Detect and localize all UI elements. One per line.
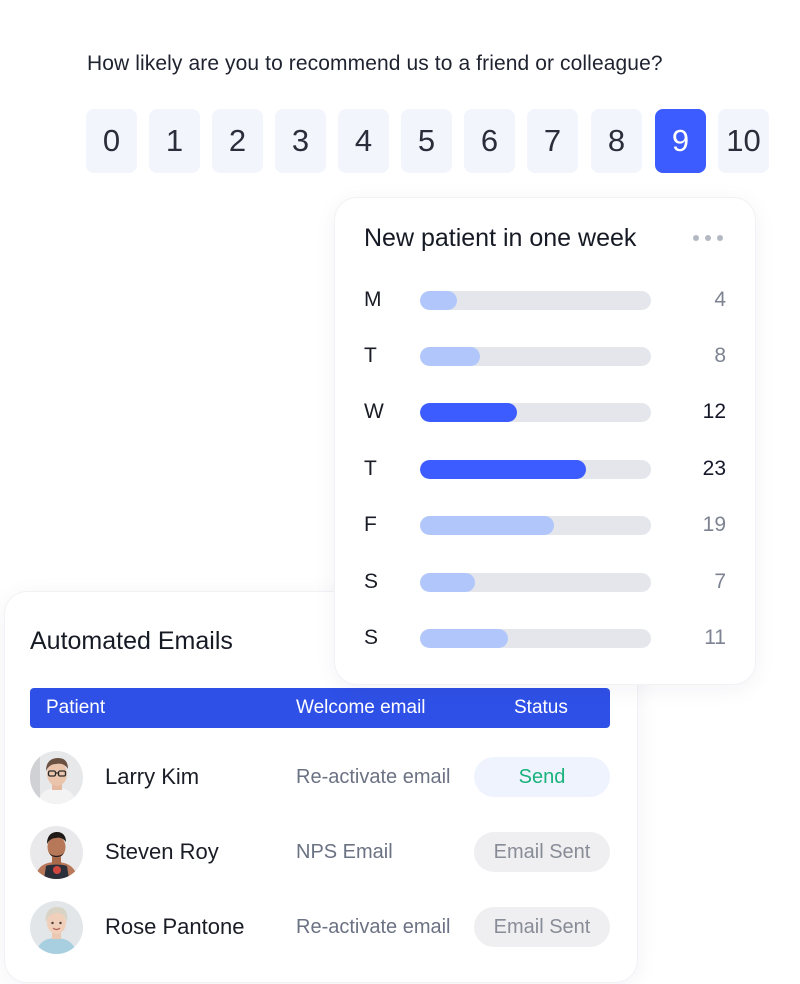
nps-option-10[interactable]: 10 [718,109,769,173]
nps-question: How likely are you to recommend us to a … [87,52,663,75]
nps-option-3[interactable]: 3 [275,109,326,173]
day-value: 19 [702,513,726,536]
day-label: T [364,344,377,367]
bar-fill [420,460,587,479]
bar-fill [420,573,476,592]
automated-emails-title: Automated Emails [30,627,233,655]
day-row: S7 [335,567,755,597]
header-status: Status [514,697,568,718]
bar-fill [420,403,518,422]
bar-track [420,347,651,366]
bar-track [420,460,651,479]
table-row: Larry Kim Re-activate email Send [30,750,610,804]
header-welcome-email: Welcome email [296,697,426,718]
nps-option-4[interactable]: 4 [338,109,389,173]
header-patient: Patient [46,697,106,718]
day-value: 4 [714,288,726,311]
patient-name: Larry Kim [105,764,200,789]
day-label: S [364,626,379,649]
avatar-larry-kim [30,751,83,804]
nps-option-9[interactable]: 9 [655,109,706,173]
bar-track [420,573,651,592]
patient-name: Steven Roy [105,839,219,864]
send-button[interactable]: Send [474,757,610,797]
new-patients-card: New patient in one week M 4 T 8 W 12 T 23 F 19 S 7 S… [335,198,755,684]
day-label: M [364,288,382,311]
day-label: W [364,400,384,423]
day-value: 7 [714,570,726,593]
day-label: F [364,513,377,536]
more-horizontal-icon[interactable] [693,234,723,242]
bar-fill [420,629,508,648]
table-row: Steven Roy NPS Email Email Sent [30,825,610,879]
nps-option-1[interactable]: 1 [149,109,200,173]
day-row: T 23 [335,454,755,484]
bar-track [420,291,651,310]
email-sent-badge: Email Sent [474,832,610,872]
table-row: Rose Pantone Re-activate email Email Sen… [30,900,610,954]
day-row: W 12 [335,397,755,427]
day-label: T [364,457,377,480]
bar-track [420,516,651,535]
bar-track [420,629,651,648]
nps-option-8[interactable]: 8 [591,109,642,173]
new-patients-title: New patient in one week [364,224,637,252]
bar-fill [420,516,554,535]
bar-fill [420,347,481,366]
day-value: 12 [702,400,726,423]
day-label: S [364,570,379,593]
patient-name: Rose Pantone [105,914,245,939]
day-row: T8 [335,341,755,371]
day-value: 23 [702,457,726,480]
nps-option-5[interactable]: 5 [401,109,452,173]
day-row: F 19 [335,510,755,540]
email-type: NPS Email [296,841,393,863]
day-row: M4 [335,285,755,315]
bar-fill [420,291,457,310]
day-value: 8 [714,344,726,367]
nps-option-6[interactable]: 6 [464,109,515,173]
day-row: S 11 [335,623,755,653]
day-value: 11 [704,626,726,649]
email-type: Re-activate email [296,766,451,788]
nps-option-0[interactable]: 0 [86,109,137,173]
nps-option-7[interactable]: 7 [527,109,578,173]
avatar-rose-pantone [30,901,83,954]
nps-option-2[interactable]: 2 [212,109,263,173]
email-type: Re-activate email [296,916,451,938]
avatar-steven-roy [30,826,83,879]
emails-table-header: Patient Welcome email Status [30,688,610,728]
email-sent-badge: Email Sent [474,907,610,947]
bar-track [420,403,651,422]
